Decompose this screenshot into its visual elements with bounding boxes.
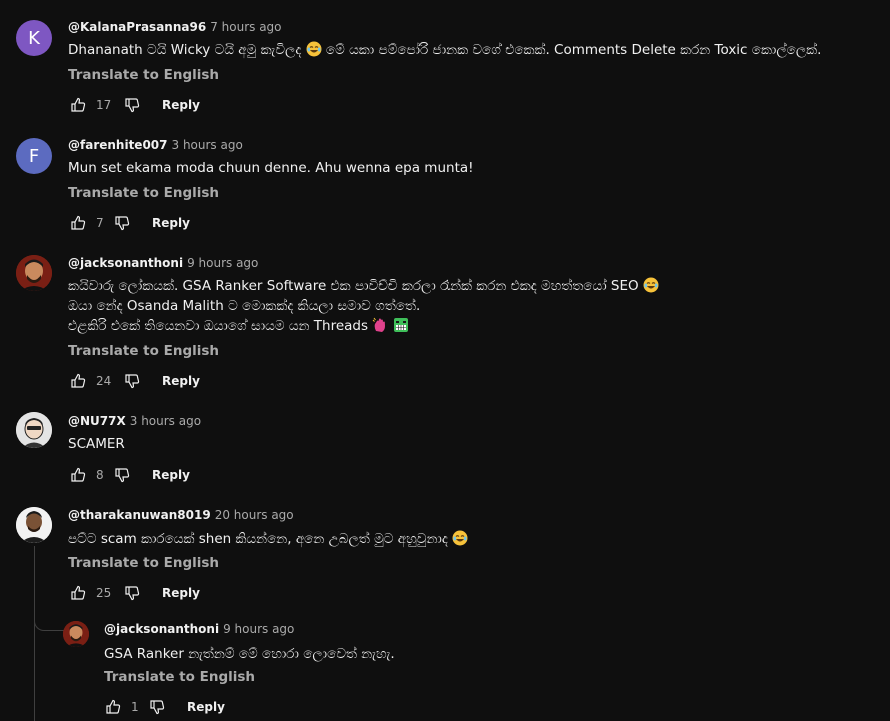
comment-text: පට්ට scam කාරයෙක් shen කියන්නෙ, අනෙ උබලත… bbox=[68, 529, 468, 549]
comment-text-line: කයිවාරු ලෝකයක්. GSA Ranker Software එක ප… bbox=[68, 276, 659, 296]
reply-button[interactable]: Reply bbox=[152, 468, 190, 482]
thumbs-up-icon bbox=[71, 373, 86, 388]
avatar[interactable] bbox=[16, 507, 52, 543]
comment-time[interactable]: 7 hours ago bbox=[210, 20, 281, 34]
like-button[interactable] bbox=[68, 213, 88, 233]
like-count: 24 bbox=[96, 374, 112, 388]
comment-text-part: කයිවාරු ලෝකයක්. GSA Ranker Software එක ප… bbox=[68, 278, 643, 294]
thumbs-up-icon bbox=[106, 699, 121, 714]
author-name[interactable]: @KalanaPrasanna96 bbox=[68, 20, 206, 34]
comment-text-line: ඔයා නේද Osanda Malith ට මොකක්ද කියලා සමා… bbox=[68, 298, 421, 314]
comment-header: @jacksonanthoni 9 hours ago bbox=[104, 621, 294, 637]
dislike-button[interactable] bbox=[122, 583, 142, 603]
comment-time[interactable]: 9 hours ago bbox=[223, 622, 294, 636]
comment-text-part: මේ යකා පම්පෝරි ජානක වගේ එකෙක්. Comments … bbox=[321, 42, 822, 58]
comment-header: @NU77X 3 hours ago bbox=[68, 413, 201, 429]
translate-link[interactable]: Translate to English bbox=[68, 554, 219, 572]
comment-header: @tharakanuwan8019 20 hours ago bbox=[68, 507, 294, 523]
translate-link[interactable]: Translate to English bbox=[104, 668, 255, 686]
like-count: 8 bbox=[96, 468, 104, 482]
author-name[interactable]: @jacksonanthoni bbox=[68, 256, 183, 270]
dislike-button[interactable] bbox=[112, 213, 132, 233]
author-name[interactable]: @tharakanuwan8019 bbox=[68, 508, 211, 522]
laughing-emoji-icon bbox=[452, 530, 468, 546]
reply-button[interactable]: Reply bbox=[152, 216, 190, 230]
like-count: 1 bbox=[131, 700, 139, 714]
comment-header: @farenhite007 3 hours ago bbox=[68, 137, 243, 153]
translate-link[interactable]: Translate to English bbox=[68, 66, 219, 84]
comment-text: SCAMER bbox=[68, 436, 125, 452]
thumbs-up-icon bbox=[71, 585, 86, 600]
reply-button[interactable]: Reply bbox=[162, 586, 200, 600]
thumbs-down-icon bbox=[150, 700, 165, 715]
reply-button[interactable]: Reply bbox=[162, 98, 200, 112]
thumbs-down-icon bbox=[115, 468, 130, 483]
thumbs-up-icon bbox=[71, 215, 86, 230]
user-photo-icon bbox=[16, 412, 52, 448]
like-count: 17 bbox=[96, 98, 112, 112]
dislike-button[interactable] bbox=[112, 465, 132, 485]
thread-connector bbox=[34, 546, 35, 721]
avatar[interactable] bbox=[16, 412, 52, 448]
comment-text: Mun set ekama moda chuun denne. Ahu wenn… bbox=[68, 160, 474, 176]
grinning-face-emoji-icon bbox=[393, 318, 408, 332]
thumbs-down-icon bbox=[125, 98, 140, 113]
user-photo-icon bbox=[16, 507, 52, 543]
comment-header: @KalanaPrasanna96 7 hours ago bbox=[68, 19, 282, 35]
comment-text-part: Dhananath ටයි Wicky ටයි අමු කැවිලද bbox=[68, 42, 306, 58]
user-photo-icon bbox=[16, 255, 52, 291]
avatar-letter: F bbox=[28, 145, 40, 167]
comment-actions: 8 Reply bbox=[68, 465, 190, 485]
like-button[interactable] bbox=[103, 697, 123, 717]
laughing-emoji-icon bbox=[306, 41, 322, 57]
avatar[interactable] bbox=[16, 255, 52, 291]
like-button[interactable] bbox=[68, 465, 88, 485]
thumbs-up-icon bbox=[71, 97, 86, 112]
comment-actions: 25 Reply bbox=[68, 583, 200, 603]
comment-time[interactable]: 9 hours ago bbox=[187, 256, 258, 270]
translate-link[interactable]: Translate to English bbox=[68, 184, 219, 202]
comment-actions: 7 Reply bbox=[68, 213, 190, 233]
comment-time[interactable]: 20 hours ago bbox=[215, 508, 294, 522]
comment-time[interactable]: 3 hours ago bbox=[130, 414, 201, 428]
thumbs-down-icon bbox=[125, 374, 140, 389]
reply-button[interactable]: Reply bbox=[162, 374, 200, 388]
reply-button[interactable]: Reply bbox=[187, 700, 225, 714]
comment-text: Dhananath ටයි Wicky ටයි අමු කැවිලද මේ යක… bbox=[68, 40, 821, 60]
comment-header: @jacksonanthoni 9 hours ago bbox=[68, 255, 258, 271]
dislike-button[interactable] bbox=[122, 371, 142, 391]
like-count: 25 bbox=[96, 586, 112, 600]
comment-text-line: එළකිරි එකේ තියෙනවා ඔයාගේ සායම යන Threads bbox=[68, 316, 409, 336]
comment-actions: 24 Reply bbox=[68, 371, 200, 391]
like-button[interactable] bbox=[68, 583, 88, 603]
avatar[interactable] bbox=[63, 621, 89, 647]
avatar[interactable]: K bbox=[16, 20, 52, 56]
avatar-letter: K bbox=[28, 27, 40, 49]
dislike-button[interactable] bbox=[122, 95, 142, 115]
dislike-button[interactable] bbox=[147, 697, 167, 717]
comment-time[interactable]: 3 hours ago bbox=[172, 138, 243, 152]
like-button[interactable] bbox=[68, 371, 88, 391]
like-button[interactable] bbox=[68, 95, 88, 115]
comment-text: GSA Ranker නැත්නම් මේ හොරා ලොවෙත් නැහැ. bbox=[104, 646, 395, 662]
thumbs-down-icon bbox=[125, 586, 140, 601]
author-name[interactable]: @jacksonanthoni bbox=[104, 622, 219, 636]
comment-text-part: එළකිරි එකේ තියෙනවා ඔයාගේ සායම යන Threads bbox=[68, 318, 373, 334]
comment-actions: 17 Reply bbox=[68, 95, 200, 115]
author-name[interactable]: @farenhite007 bbox=[68, 138, 168, 152]
thumbs-up-icon bbox=[71, 467, 86, 482]
author-name[interactable]: @NU77X bbox=[68, 414, 126, 428]
translate-link[interactable]: Translate to English bbox=[68, 342, 219, 360]
like-count: 7 bbox=[96, 216, 104, 230]
waving-hand-emoji-icon bbox=[372, 317, 386, 332]
reply-connector bbox=[34, 610, 65, 631]
user-photo-icon bbox=[63, 621, 89, 647]
comment-text-part: පට්ට scam කාරයෙක් shen කියන්නෙ, අනෙ උබලත… bbox=[68, 531, 453, 547]
thumbs-down-icon bbox=[115, 216, 130, 231]
comment-actions: 1 Reply bbox=[103, 697, 225, 717]
laughing-emoji-icon bbox=[643, 277, 659, 293]
avatar[interactable]: F bbox=[16, 138, 52, 174]
